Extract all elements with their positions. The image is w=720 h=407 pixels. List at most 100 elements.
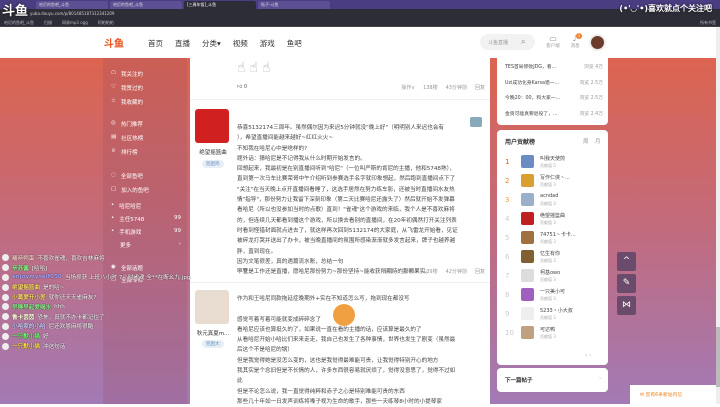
- nav-home[interactable]: 首页: [148, 38, 163, 49]
- tab-month[interactable]: 月: [595, 137, 601, 145]
- sidebar-group[interactable]: • 主任5748 99: [111, 215, 181, 223]
- search-icon[interactable]: ⌕: [521, 37, 525, 47]
- user-name: 一只美小可: [540, 289, 566, 295]
- bookmark[interactable]: 哈尼的鱼吧_斗鱼: [4, 20, 34, 25]
- all-bookmarks[interactable]: 所有书签: [700, 20, 716, 25]
- nav-yuba[interactable]: 鱼吧: [287, 38, 302, 49]
- hot-post-item[interactable]: Uzi成功化身Karsa猎一... 浏览 2.5万: [505, 79, 603, 86]
- user-avatar: [2, 313, 9, 321]
- sidebar-item-favorites[interactable]: ☆ 我收藏的: [111, 98, 181, 106]
- user-avatar: [2, 322, 9, 330]
- reply-button[interactable]: 回复: [475, 268, 485, 275]
- page-scrollbar[interactable]: [716, 27, 720, 404]
- browser-tab[interactable]: 哈尼的鱼吧_斗鱼: [36, 1, 108, 9]
- inbox-notice[interactable]: ✉ 您有6条新站内信: [630, 385, 716, 404]
- user-avatar[interactable]: [521, 212, 534, 225]
- sidebar-item-liked[interactable]: ♡ 我赞过的: [111, 84, 181, 92]
- browser-tab-active[interactable]: [三周年饭]_斗鱼: [184, 1, 256, 9]
- content-line: 胖，直到现在。: [237, 248, 277, 255]
- messages-button[interactable]: ♪ 消息: [565, 34, 585, 49]
- sidebar-item-following[interactable]: ☖ 我关注的: [111, 70, 181, 78]
- user-avatar[interactable]: [521, 326, 534, 339]
- chat-username: 辛苏酱: [12, 265, 29, 272]
- user-avatar[interactable]: [521, 193, 534, 206]
- hot-post-item[interactable]: 今晚20：00，和大家一... 浏览 2.5万: [505, 94, 603, 101]
- reply-button[interactable]: 回复: [475, 84, 485, 91]
- sticker-icon: [470, 117, 482, 127]
- user-name[interactable]: 秋元真夏m...: [192, 329, 234, 337]
- sidebar-more[interactable]: 更多 ›: [111, 241, 181, 249]
- board-pager[interactable]: ‹ ›: [585, 352, 592, 359]
- hot-post-item[interactable]: 金贡可能真要退役了，... 浏览 2.4万: [505, 110, 603, 117]
- board-row[interactable]: 10 可达鸭 贡献值 3: [503, 325, 603, 343]
- user-avatar[interactable]: [521, 288, 534, 301]
- chat-message: 小葛爱开小差 就你还天天雀麻友?: [2, 292, 190, 302]
- nav-live[interactable]: 直播: [175, 38, 190, 49]
- back-to-top-button[interactable]: ^: [617, 252, 636, 271]
- content-line: 后这个不是哈尼的锅）: [237, 347, 293, 354]
- reply-item: 秋元真夏m... 犯困大 作为和王哈尼同款拖延症晚期外+实在不知道怎么写，拖到现…: [190, 284, 490, 405]
- address-bar[interactable]: yuba.douyu.com/p/801485187312341209: [0, 9, 720, 18]
- reply-time: 42分钟前: [445, 269, 467, 275]
- sidebar-item-all-yuba[interactable]: ◌ 全部鱼吧: [111, 172, 181, 180]
- user-avatar[interactable]: [521, 250, 534, 263]
- next-post-card[interactable]: 下一篇帖子 ›: [497, 368, 608, 392]
- board-row[interactable]: 4 绝望摇篮曲 贡献值 3: [503, 211, 603, 229]
- browser-tab[interactable]: 帖子-斗鱼: [258, 1, 330, 9]
- stream-logo-overlay: 斗鱼: [2, 4, 29, 19]
- bookmark[interactable]: 网易mp3 ogg: [62, 20, 88, 25]
- sidebar-item-hot[interactable]: ◎ 热门推荐: [111, 120, 181, 128]
- user-name[interactable]: 绝望摇篮曲: [192, 148, 234, 156]
- edit-button[interactable]: ✎: [617, 274, 636, 293]
- report-button[interactable]: 举报: [383, 268, 393, 275]
- contribution-board: 用户贡献榜 周 月 1 叫我天使煎 贡献值 5 2 写作仁侠丶... 贡献值 3 3 acnd…: [497, 130, 608, 365]
- user-avatar[interactable]: [589, 34, 606, 51]
- board-row[interactable]: 5 74751丶卡卡... 贡献值 3: [503, 230, 603, 248]
- board-row[interactable]: 9 5233丶小大叔 贡献值 3: [503, 306, 603, 324]
- user-avatar[interactable]: [521, 174, 534, 187]
- board-row[interactable]: 2 写作仁侠丶... 贡献值 3: [503, 173, 603, 191]
- sidebar-group[interactable]: • 手机游戏 99: [111, 228, 181, 236]
- user-avatar[interactable]: [195, 290, 229, 324]
- client-button[interactable]: ▭ 客户端: [543, 34, 563, 49]
- circle-icon: ◌: [111, 172, 116, 178]
- user-avatar[interactable]: [195, 109, 229, 143]
- share-button[interactable]: ⋈: [617, 296, 636, 315]
- hot-post-item[interactable]: TES首局惨败JDG，看... 浏览 4万: [505, 63, 603, 70]
- board-row[interactable]: 3 acndad 贡献值 3: [503, 192, 603, 210]
- user-avatar[interactable]: [521, 269, 534, 282]
- chat-message: enjoymyself050 当场抓获 上班八小时 7小时雀魂 全**在断幺九.j…: [2, 273, 190, 283]
- board-row[interactable]: 7 柯基owo 贡献值 3: [503, 268, 603, 286]
- user-avatar[interactable]: [521, 307, 534, 320]
- user-name: 74751丶卡卡...: [540, 232, 576, 238]
- rank-number: 7: [505, 272, 510, 280]
- content-line: "关注"在当天晚上点开直播间看睡了，这选手居然在努力练车影，还被当时直播间水友热: [237, 186, 455, 193]
- board-row[interactable]: 8 一只美小可 贡献值 3: [503, 287, 603, 305]
- content-line: 恭喜5132174三周年。虽然偶尔因为来迟5分钟就没"晚上好"（明明别人来迟也会…: [237, 125, 445, 131]
- tab-week[interactable]: 周: [583, 137, 589, 145]
- follow-icon: ☖: [111, 70, 116, 76]
- bookmark[interactable]: 阿帕帕帕: [98, 20, 114, 25]
- more-actions[interactable]: 操作∨: [401, 268, 415, 275]
- like-button[interactable]: 👍︎ 0: [237, 84, 247, 91]
- community-icon: ▤: [111, 134, 117, 140]
- board-row[interactable]: 1 叫我天使煎 贡献值 5: [503, 154, 603, 172]
- box-icon: ▢: [111, 186, 117, 192]
- site-logo[interactable]: 斗鱼: [104, 35, 124, 50]
- bookmark[interactable]: 扫描: [44, 20, 52, 25]
- like-button[interactable]: 👍︎ 0: [237, 268, 247, 275]
- user-avatar[interactable]: [521, 231, 534, 244]
- nav-games[interactable]: 游戏: [260, 38, 275, 49]
- browser-tab[interactable]: 哈尼的鱼吧_斗鱼: [110, 1, 182, 9]
- sidebar-item-ranking[interactable]: ♕ 排行榜: [111, 148, 181, 156]
- more-actions[interactable]: 操作∨: [401, 84, 415, 91]
- user-avatar[interactable]: [521, 155, 534, 168]
- nav-video[interactable]: 视频: [233, 38, 248, 49]
- search-input[interactable]: 斗鱼直播: [480, 34, 535, 50]
- board-row[interactable]: 6 忆生有你 贡献值 3: [503, 249, 603, 267]
- sidebar-group[interactable]: • 哈尼哈尼: [111, 202, 181, 210]
- user-name: 写作仁侠丶...: [540, 175, 570, 181]
- sidebar-item-community[interactable]: ▤ 社区热榜: [111, 134, 181, 142]
- sidebar-item-joined[interactable]: ▢ 加入的鱼吧: [111, 186, 181, 194]
- nav-category[interactable]: 分类▾: [202, 38, 221, 49]
